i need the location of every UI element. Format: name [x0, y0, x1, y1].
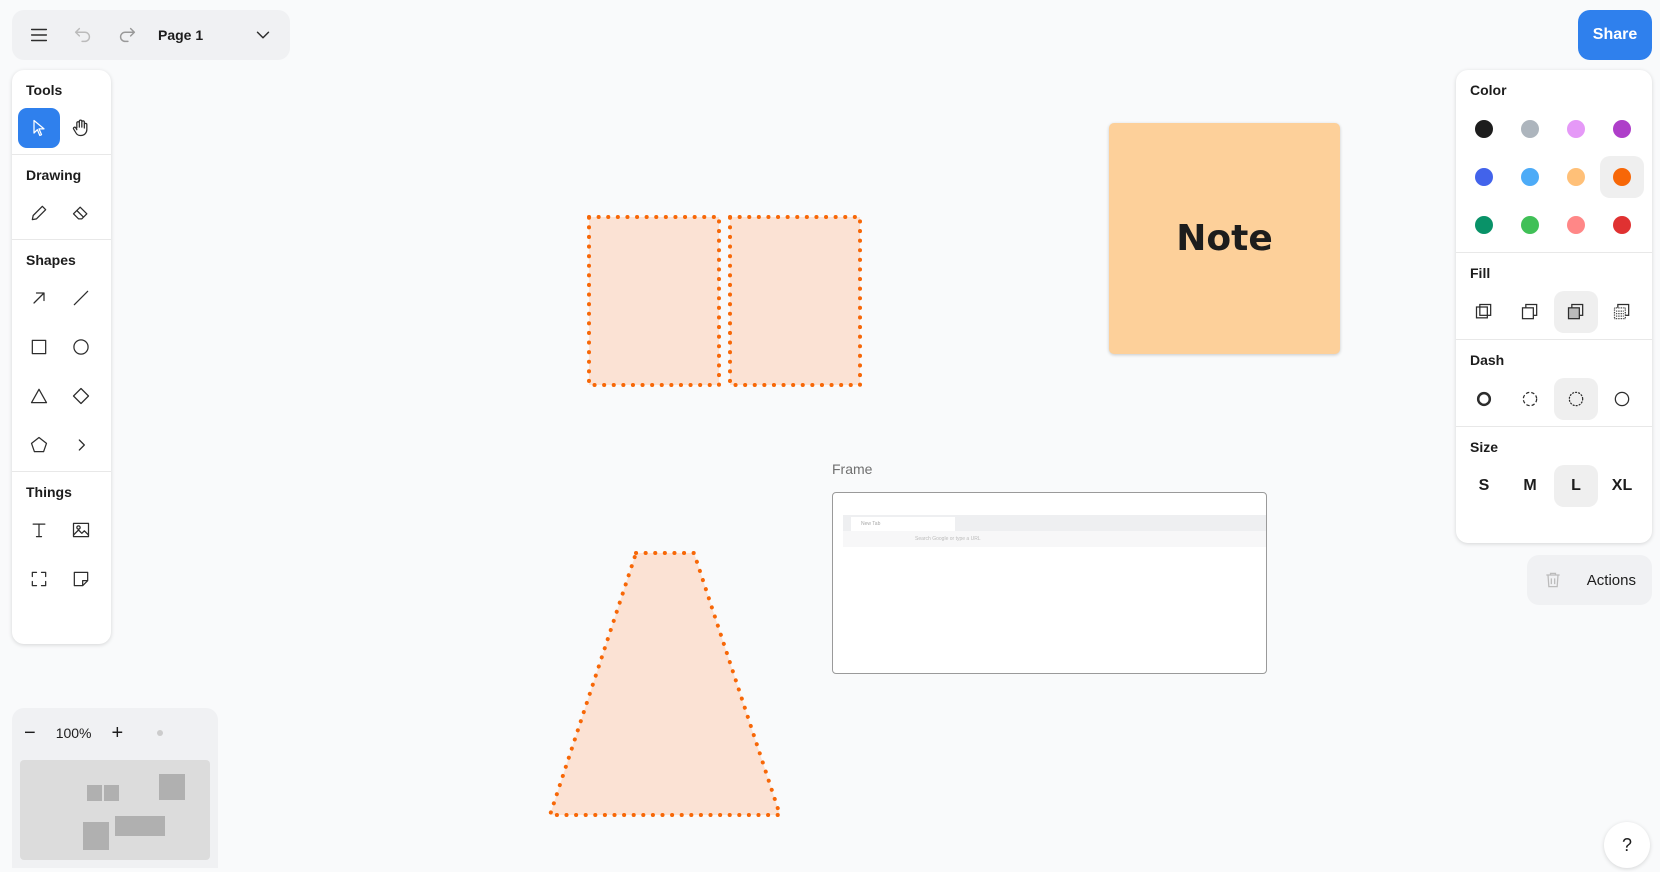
help-button[interactable]: ? [1604, 822, 1650, 868]
minimap-toggle-icon[interactable] [157, 730, 164, 736]
rectangle-shape[interactable] [728, 215, 862, 387]
zoom-out-icon[interactable]: − [24, 722, 36, 745]
zoom-level[interactable]: 100% [56, 725, 92, 741]
rectangle-shape[interactable] [587, 215, 721, 387]
browser-address-bar: Search Google or type a URL [843, 531, 1266, 547]
browser-tabbar: New Tab [843, 515, 1266, 531]
zoom-in-icon[interactable]: + [112, 722, 124, 745]
zoom-controls: − 100% + [12, 708, 218, 758]
browser-tab: New Tab [851, 517, 955, 531]
minimap[interactable] [12, 752, 218, 868]
sticky-note[interactable]: Note [1109, 123, 1340, 354]
trapezoid-shape[interactable] [547, 551, 783, 817]
canvas-shapes [547, 215, 862, 817]
frame[interactable]: New Tab Search Google or type a URL [832, 492, 1267, 674]
frame-label[interactable]: Frame [832, 461, 872, 477]
